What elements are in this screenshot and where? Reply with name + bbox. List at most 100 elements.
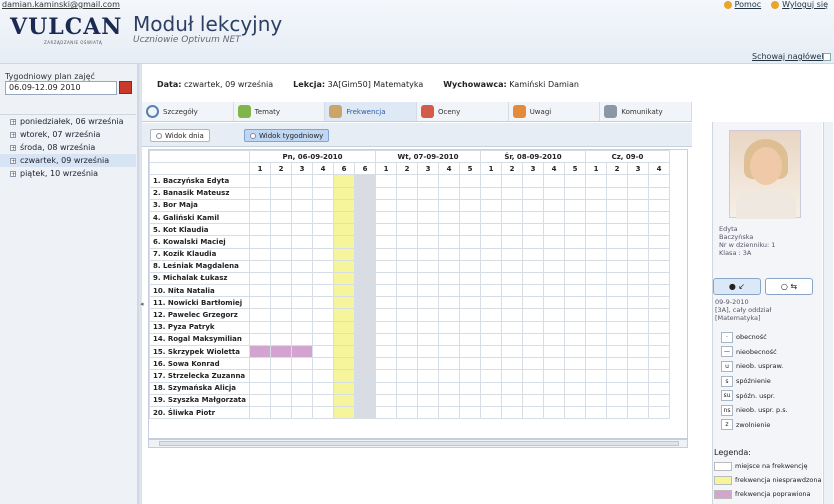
attendance-cell[interactable] (438, 344, 460, 359)
attendance-cell[interactable] (396, 320, 418, 334)
student-name[interactable]: 10. Nita Natalia (149, 284, 250, 298)
attendance-cell[interactable] (585, 186, 607, 200)
attendance-cell[interactable] (543, 259, 565, 273)
attendance-cell[interactable] (522, 235, 544, 249)
attendance-cell[interactable] (585, 393, 607, 407)
attendance-cell[interactable] (312, 210, 334, 225)
attendance-cell[interactable] (333, 247, 355, 261)
student-name[interactable]: 19. Szyszka Małgorzata (149, 393, 250, 407)
attendance-cell[interactable] (522, 284, 544, 298)
attendance-cell[interactable] (333, 308, 355, 322)
attendance-cell[interactable] (564, 223, 586, 237)
attendance-cell[interactable] (312, 332, 334, 347)
attendance-cell[interactable] (585, 405, 607, 420)
attendance-cell[interactable] (249, 247, 271, 261)
attendance-cell[interactable] (627, 186, 649, 200)
code-excused-ps[interactable]: ns nieob. uspr. p.s. (721, 403, 788, 418)
attendance-cell[interactable] (522, 223, 544, 237)
attendance-cell[interactable] (564, 369, 586, 383)
attendance-cell[interactable] (354, 369, 376, 383)
attendance-cell[interactable] (585, 381, 607, 395)
attendance-cell[interactable] (459, 344, 481, 359)
attendance-cell[interactable] (375, 405, 397, 420)
attendance-cell[interactable] (543, 405, 565, 420)
attendance-cell[interactable] (501, 357, 523, 371)
attendance-cell[interactable] (564, 284, 586, 298)
attendance-cell[interactable] (480, 344, 502, 359)
attendance-cell[interactable] (606, 247, 628, 261)
multi-mark-button[interactable]: ○ ⇆ (765, 278, 813, 295)
attendance-cell[interactable] (627, 271, 649, 286)
attendance-cell[interactable] (480, 332, 502, 347)
attendance-cell[interactable] (354, 174, 376, 188)
help-link[interactable]: Pomoc (723, 0, 761, 9)
attendance-cell[interactable] (396, 271, 418, 286)
attendance-cell[interactable] (396, 210, 418, 225)
attendance-cell[interactable] (627, 284, 649, 298)
student-name[interactable]: 11. Nowicki Bartłomiej (149, 296, 250, 310)
attendance-cell[interactable] (648, 381, 670, 395)
attendance-cell[interactable] (543, 198, 565, 212)
attendance-cell[interactable] (564, 296, 586, 310)
attendance-cell[interactable] (522, 186, 544, 200)
attendance-cell[interactable] (312, 198, 334, 212)
attendance-cell[interactable] (564, 320, 586, 334)
attendance-cell[interactable] (501, 344, 523, 359)
student-name[interactable]: 5. Kot Klaudia (149, 223, 250, 237)
attendance-cell[interactable] (564, 344, 586, 359)
attendance-cell[interactable] (606, 332, 628, 347)
attendance-cell[interactable] (396, 247, 418, 261)
attendance-cell[interactable] (543, 186, 565, 200)
attendance-cell[interactable] (417, 393, 439, 407)
attendance-cell[interactable] (543, 296, 565, 310)
attendance-cell[interactable] (312, 369, 334, 383)
attendance-cell[interactable] (354, 320, 376, 334)
attendance-cell[interactable] (417, 357, 439, 371)
code-present[interactable]: · obecność (721, 330, 788, 345)
attendance-cell[interactable] (501, 405, 523, 420)
attendance-cell[interactable] (459, 198, 481, 212)
attendance-cell[interactable] (354, 198, 376, 212)
attendance-cell[interactable] (522, 259, 544, 273)
expand-icon[interactable]: + (10, 170, 16, 177)
collapse-header-icon[interactable] (823, 53, 831, 61)
attendance-cell[interactable] (270, 174, 292, 188)
attendance-cell[interactable] (585, 308, 607, 322)
attendance-cell[interactable] (396, 296, 418, 310)
attendance-cell[interactable] (648, 271, 670, 286)
attendance-cell[interactable] (417, 235, 439, 249)
attendance-cell[interactable] (459, 381, 481, 395)
attendance-cell[interactable] (627, 381, 649, 395)
attendance-cell[interactable] (312, 296, 334, 310)
attendance-cell[interactable] (375, 235, 397, 249)
attendance-cell[interactable] (585, 247, 607, 261)
attendance-cell[interactable] (354, 296, 376, 310)
attendance-cell[interactable] (438, 198, 460, 212)
attendance-cell[interactable] (249, 320, 271, 334)
attendance-cell[interactable] (438, 174, 460, 188)
attendance-cell[interactable] (291, 320, 313, 334)
attendance-cell[interactable] (270, 247, 292, 261)
attendance-cell[interactable] (459, 235, 481, 249)
attendance-cell[interactable] (249, 357, 271, 371)
student-name[interactable]: 13. Pyza Patryk (149, 320, 250, 334)
attendance-cell[interactable] (375, 210, 397, 225)
attendance-cell[interactable] (249, 259, 271, 273)
week-plan-input[interactable]: 06.09-12.09 2010 (5, 81, 117, 95)
attendance-cell[interactable] (249, 186, 271, 200)
calendar-icon[interactable] (119, 81, 132, 94)
attendance-cell[interactable] (543, 381, 565, 395)
attendance-cell[interactable] (480, 296, 502, 310)
attendance-cell[interactable] (249, 393, 271, 407)
attendance-cell[interactable] (417, 247, 439, 261)
code-excused[interactable]: u nieob. uspraw. (721, 359, 788, 374)
attendance-cell[interactable] (606, 308, 628, 322)
attendance-cell[interactable] (627, 247, 649, 261)
attendance-cell[interactable] (396, 369, 418, 383)
attendance-cell[interactable] (354, 344, 376, 359)
attendance-cell[interactable] (501, 247, 523, 261)
attendance-cell[interactable] (375, 186, 397, 200)
attendance-cell[interactable] (480, 381, 502, 395)
attendance-cell[interactable] (291, 405, 313, 420)
attendance-cell[interactable] (270, 320, 292, 334)
